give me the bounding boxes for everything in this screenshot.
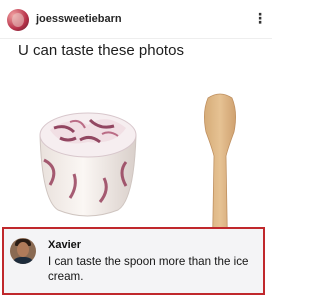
more-vertical-icon[interactable]: ⋮	[253, 8, 267, 28]
post-photo[interactable]	[0, 70, 272, 289]
post-caption: U can taste these photos	[18, 42, 184, 59]
author-avatar[interactable]	[7, 9, 29, 31]
commenter-name[interactable]: Xavier	[48, 239, 81, 251]
ice-cream-cup-photo	[39, 112, 137, 217]
comment-text: I can taste the spoon more than the ice …	[48, 255, 249, 283]
commenter-avatar[interactable]	[10, 238, 36, 264]
highlighted-comment: Xavier I can taste the spoon more than t…	[2, 227, 265, 295]
post-header: joessweetiebarn ⋮	[0, 0, 272, 39]
author-username[interactable]: joessweetiebarn	[36, 13, 122, 25]
